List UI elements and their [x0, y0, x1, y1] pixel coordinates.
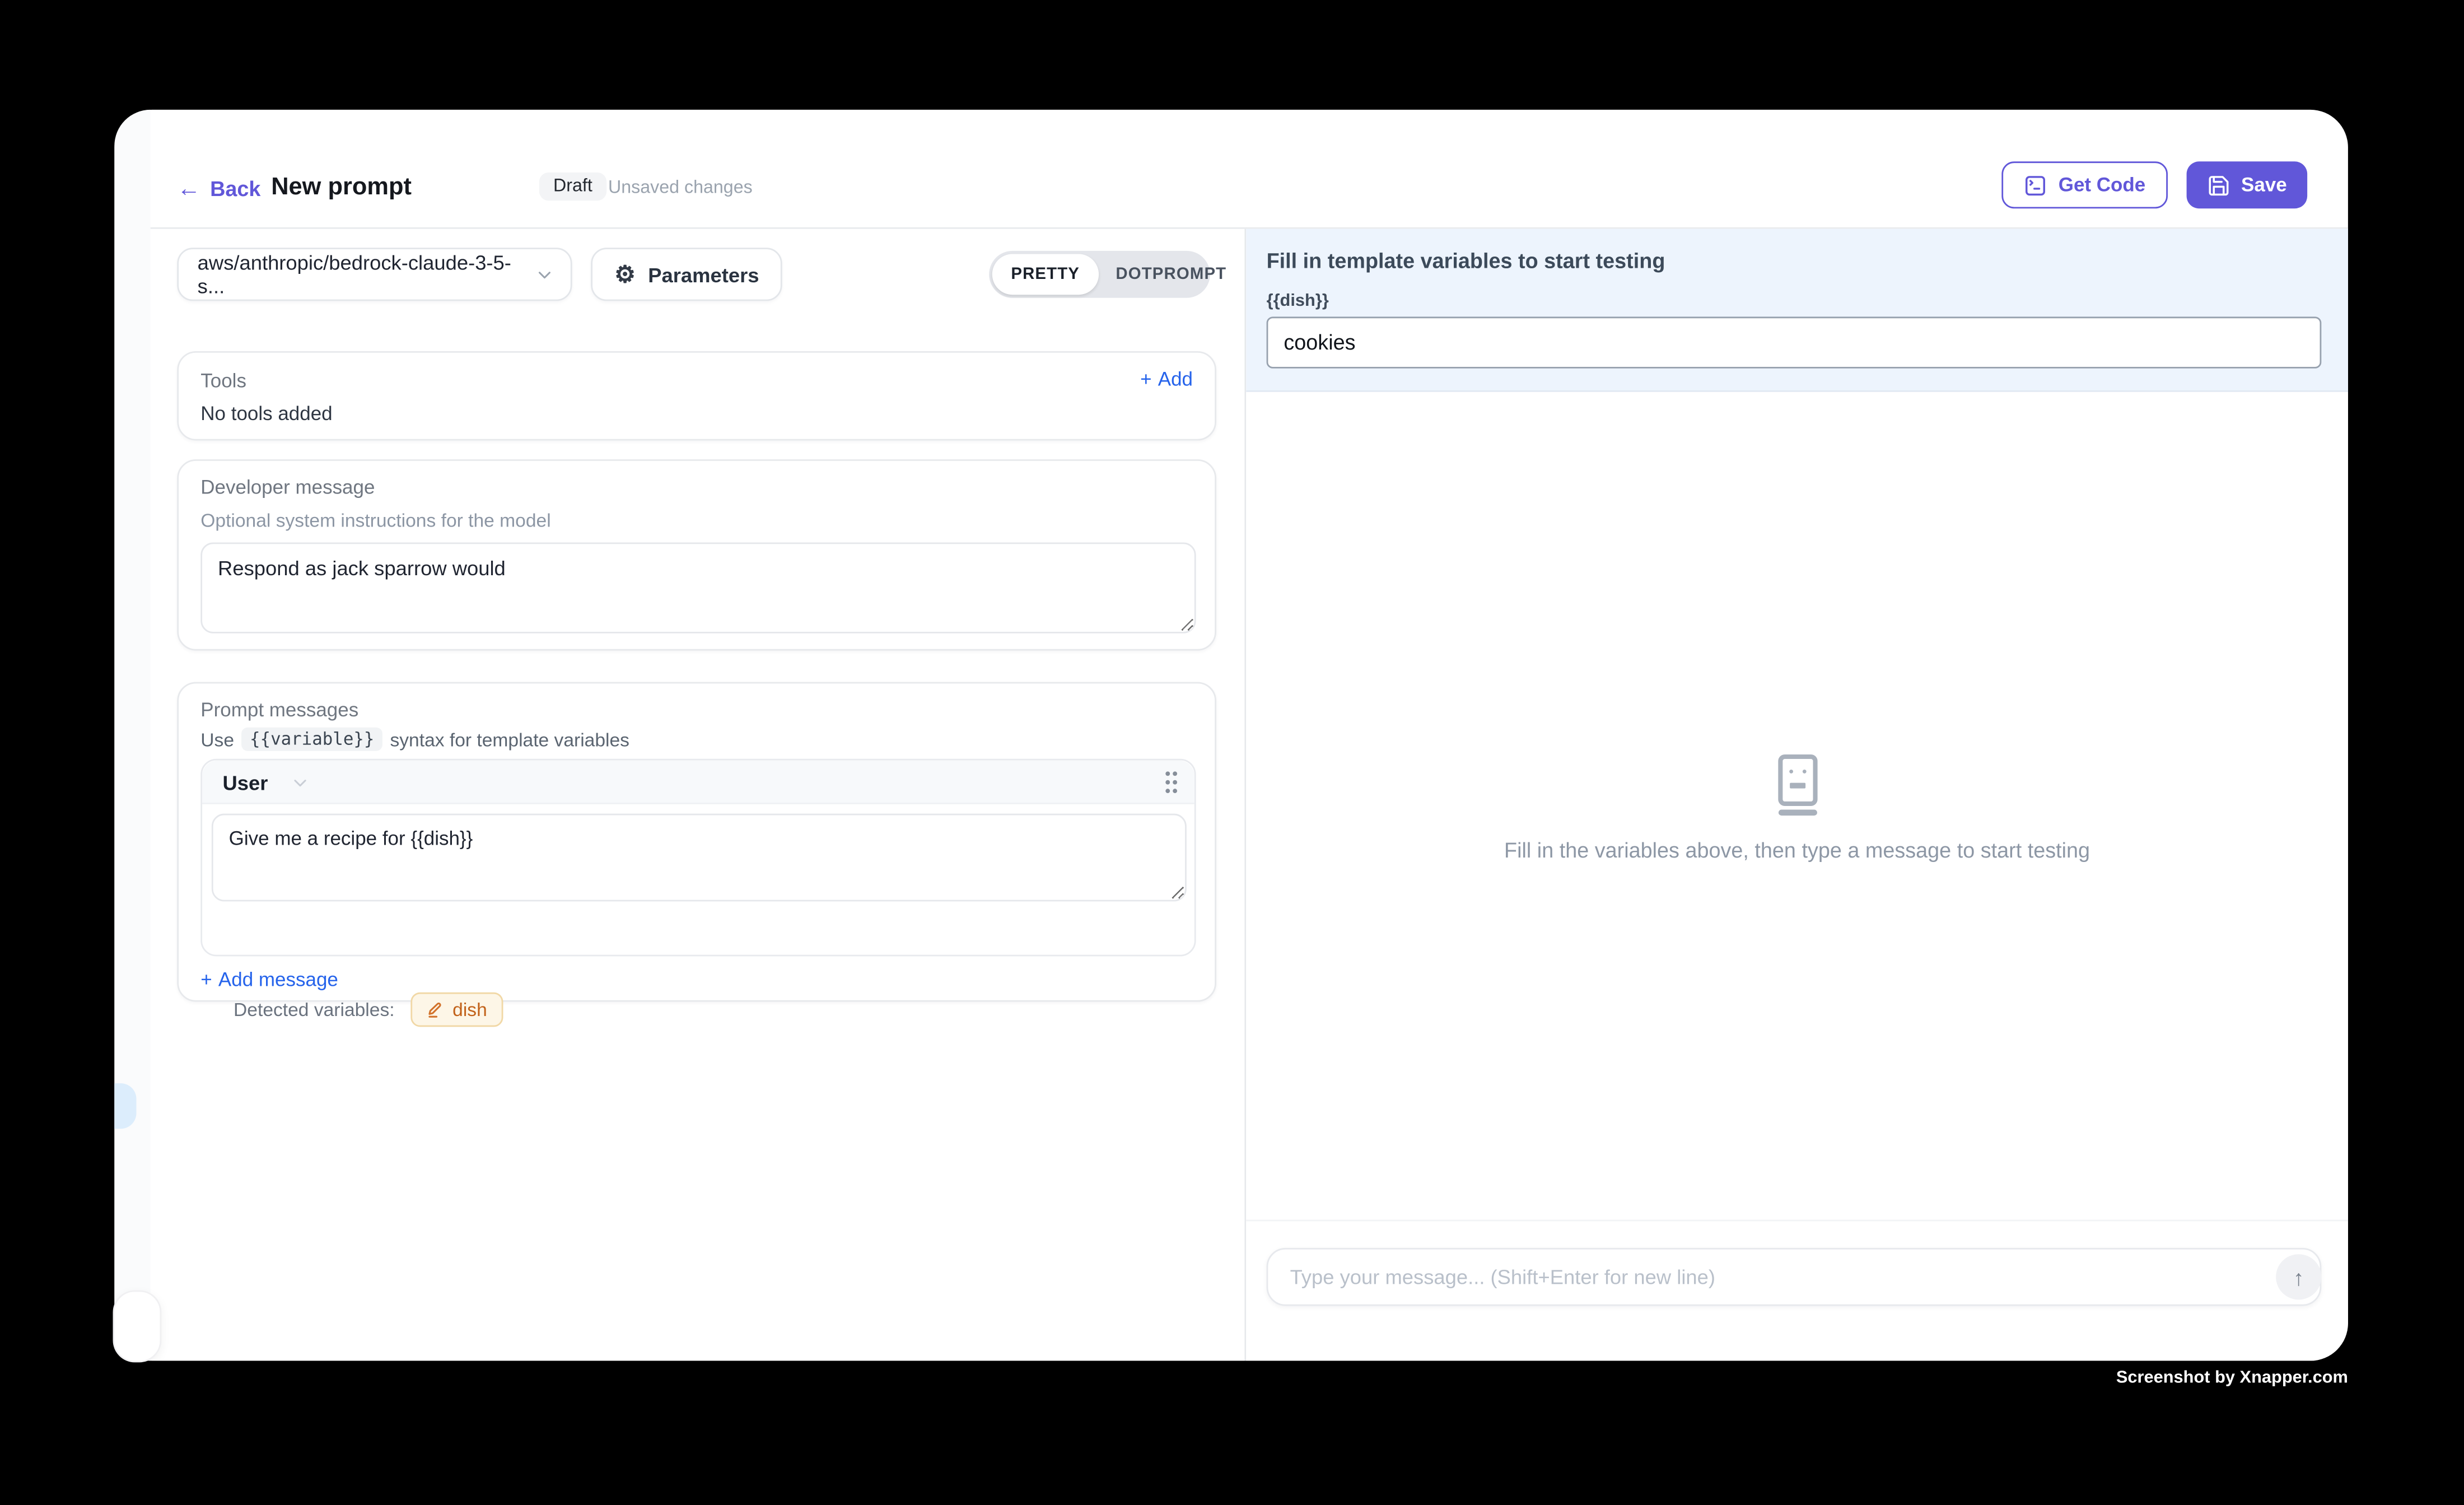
sidebar-corner-popover: [113, 1290, 162, 1363]
role-value: User: [222, 771, 268, 795]
back-arrow-icon: ←: [177, 179, 200, 199]
prompt-messages-label: Prompt messages: [200, 699, 358, 721]
gear-icon: ⚙: [614, 263, 636, 286]
variable-chip-label: dish: [452, 999, 487, 1021]
user-message-textarea[interactable]: Give me a recipe for {{dish}}: [212, 814, 1187, 902]
send-arrow-icon: ↑: [2293, 1264, 2304, 1289]
variable-dish-input[interactable]: [1267, 316, 2322, 368]
chevron-down-icon: [535, 264, 555, 285]
empty-state: Fill in the variables above, then type a…: [1246, 754, 2348, 862]
variable-chip-dish[interactable]: dish: [410, 993, 503, 1027]
test-panel-title: Fill in template variables to start test…: [1267, 249, 1665, 273]
developer-message-card: Developer message Optional system instru…: [177, 459, 1216, 650]
model-selector[interactable]: aws/anthropic/bedrock-claude-3-5-s...: [177, 248, 572, 301]
get-code-label: Get Code: [2059, 174, 2146, 196]
empty-state-text: Fill in the variables above, then type a…: [1246, 838, 2348, 862]
drag-handle-icon[interactable]: [1163, 770, 1179, 795]
prompt-messages-card: Prompt messages Use {{variable}} syntax …: [177, 682, 1216, 1002]
collapsed-sidebar: [114, 110, 150, 1361]
chat-message-input[interactable]: [1267, 1248, 2322, 1306]
chevron-down-icon: [290, 773, 310, 793]
save-button[interactable]: Save: [2186, 161, 2307, 208]
parameters-label: Parameters: [648, 263, 759, 286]
app-window: ← Back New prompt Draft Unsaved changes …: [114, 110, 2348, 1361]
page-title: New prompt: [271, 174, 412, 202]
get-code-button[interactable]: Get Code: [2002, 161, 2167, 208]
developer-message-label: Developer message: [200, 477, 375, 498]
hint-suffix: syntax for template variables: [390, 728, 629, 750]
add-message-button[interactable]: + Add message: [200, 969, 338, 991]
prompt-messages-hint: Use {{variable}} syntax for template var…: [200, 728, 629, 751]
add-tool-label: Add: [1158, 369, 1193, 390]
variable-name-label: {{dish}}: [1267, 292, 1329, 311]
add-tool-button[interactable]: + Add: [1140, 369, 1193, 390]
message-header: User: [202, 761, 1194, 804]
toggle-option-pretty[interactable]: PRETTY: [992, 254, 1099, 295]
bot-face-icon: [1774, 754, 1821, 817]
parameters-button[interactable]: ⚙ Parameters: [591, 248, 782, 301]
back-label: Back: [210, 177, 260, 201]
model-selector-value: aws/anthropic/bedrock-claude-3-5-s...: [198, 251, 535, 298]
send-button[interactable]: ↑: [2276, 1254, 2321, 1299]
plus-icon: +: [200, 969, 212, 991]
terminal-icon: [2024, 173, 2047, 197]
test-panel: Fill in template variables to start test…: [1244, 229, 2348, 1361]
tools-card: Tools + Add No tools added: [177, 351, 1216, 441]
chat-input-bar: ↑: [1246, 1220, 2348, 1361]
sidebar-active-indicator[interactable]: [114, 1083, 136, 1129]
toggle-option-dotprompt[interactable]: DOTPROMPT: [1099, 265, 1244, 284]
header-actions: Get Code Save: [2002, 161, 2307, 208]
tools-label: Tools: [200, 370, 246, 392]
role-selector[interactable]: User: [222, 771, 310, 795]
page-header: ← Back New prompt Draft Unsaved changes …: [151, 110, 2348, 229]
unsaved-changes-label: Unsaved changes: [608, 179, 753, 198]
model-row: aws/anthropic/bedrock-claude-3-5-s... ⚙ …: [177, 248, 782, 301]
screenshot-stage: ← Back New prompt Draft Unsaved changes …: [0, 0, 2464, 1505]
view-mode-toggle: PRETTY DOTPROMPT: [989, 251, 1210, 298]
message-block: User Give me a recipe for {{dish}} Detec…: [200, 759, 1196, 957]
detected-variables-label: Detected variables:: [234, 999, 395, 1021]
pencil-icon: [426, 1000, 445, 1019]
plus-icon: +: [1140, 369, 1151, 390]
save-label: Save: [2241, 174, 2287, 196]
status-badge: Draft: [539, 173, 606, 201]
save-icon: [2206, 173, 2230, 197]
screenshot-attribution: Screenshot by Xnapper.com: [2116, 1369, 2348, 1388]
hint-prefix: Use: [200, 728, 234, 750]
detected-variables-row: Detected variables: dish: [234, 993, 503, 1027]
developer-message-hint: Optional system instructions for the mod…: [200, 510, 550, 532]
add-message-label: Add message: [218, 969, 338, 991]
back-button[interactable]: ← Back: [177, 177, 260, 201]
tools-empty-text: No tools added: [200, 403, 332, 425]
template-variables-section: Fill in template variables to start test…: [1246, 229, 2348, 392]
variable-syntax-chip: {{variable}}: [242, 728, 382, 751]
developer-message-textarea[interactable]: Respond as jack sparrow would: [200, 542, 1196, 633]
